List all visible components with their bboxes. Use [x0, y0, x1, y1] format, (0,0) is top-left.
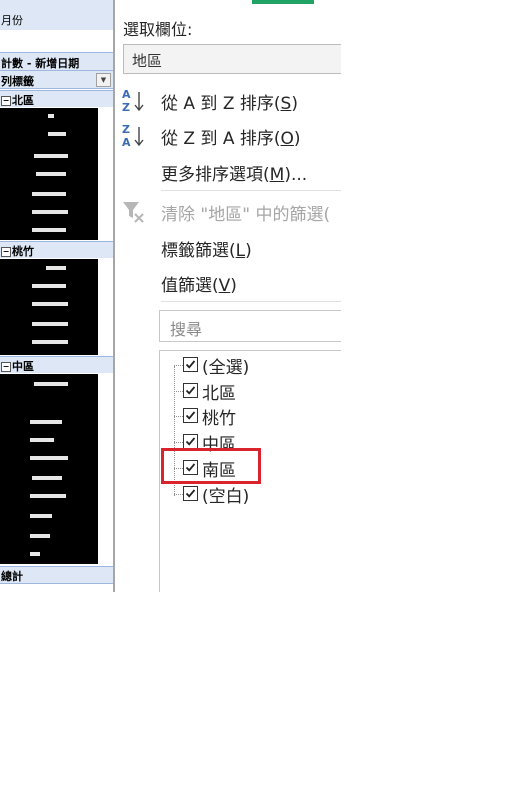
clear-filter-item: 清除 "地區" 中的篩選(: [115, 194, 341, 228]
pivot-table: 月份 計數 - 新增日期 列標籤 ▼ − 北區 − 桃竹 − 中區 總計: [0, 0, 113, 592]
highlight-box: [161, 448, 261, 484]
checkbox-checked-icon[interactable]: [183, 357, 198, 372]
clear-filter-icon: [121, 198, 147, 224]
select-field-value: 地區: [132, 52, 163, 70]
svg-text:Z: Z: [122, 101, 130, 113]
group-central[interactable]: − 中區: [0, 356, 113, 373]
menu-separator: [161, 190, 341, 191]
svg-text:A: A: [122, 88, 131, 101]
group-north[interactable]: − 北區: [0, 90, 113, 107]
collapse-icon[interactable]: −: [1, 247, 11, 257]
select-field-label: 選取欄位:: [123, 20, 193, 39]
row-labels-header: 列標籤 ▼: [0, 70, 113, 89]
month-header: 月份: [0, 0, 113, 30]
sort-a-to-z-icon: A Z: [121, 87, 147, 114]
sort-a-to-z-item[interactable]: A Z 從 A 到 Z 排序(S): [115, 83, 341, 117]
checkbox-checked-icon[interactable]: [183, 383, 198, 398]
active-column-indicator: [252, 0, 314, 4]
checkbox-checked-icon[interactable]: [183, 408, 198, 423]
svg-text:A: A: [122, 136, 131, 148]
filter-menu: 選取欄位: 地區 A Z 從 A 到 Z 排序(S) Z A 從 Z 到 A 排…: [115, 0, 341, 592]
svg-text:Z: Z: [122, 123, 130, 136]
row-labels-dropdown-icon[interactable]: ▼: [96, 73, 111, 87]
search-input[interactable]: 搜尋: [159, 310, 341, 342]
count-header: 計數 - 新增日期: [0, 52, 113, 70]
menu-separator: [161, 301, 341, 302]
checkbox-checked-icon[interactable]: [183, 434, 198, 449]
label-filter-item[interactable]: 標籤篩選(L): [115, 230, 341, 264]
sort-z-to-a-icon: Z A: [121, 122, 147, 149]
select-field-dropdown[interactable]: 地區: [123, 44, 341, 74]
grand-total-row: 總計: [0, 566, 113, 584]
more-sort-options-item[interactable]: 更多排序選項(M)...: [115, 154, 341, 188]
collapse-icon[interactable]: −: [1, 96, 11, 106]
checkbox-checked-icon[interactable]: [183, 486, 198, 501]
value-filter-item[interactable]: 值篩選(V): [115, 265, 341, 299]
group-taozhu[interactable]: − 桃竹: [0, 241, 113, 258]
collapse-icon[interactable]: −: [1, 362, 11, 372]
sort-z-to-a-item[interactable]: Z A 從 Z 到 A 排序(O): [115, 118, 341, 152]
search-placeholder: 搜尋: [170, 320, 203, 339]
